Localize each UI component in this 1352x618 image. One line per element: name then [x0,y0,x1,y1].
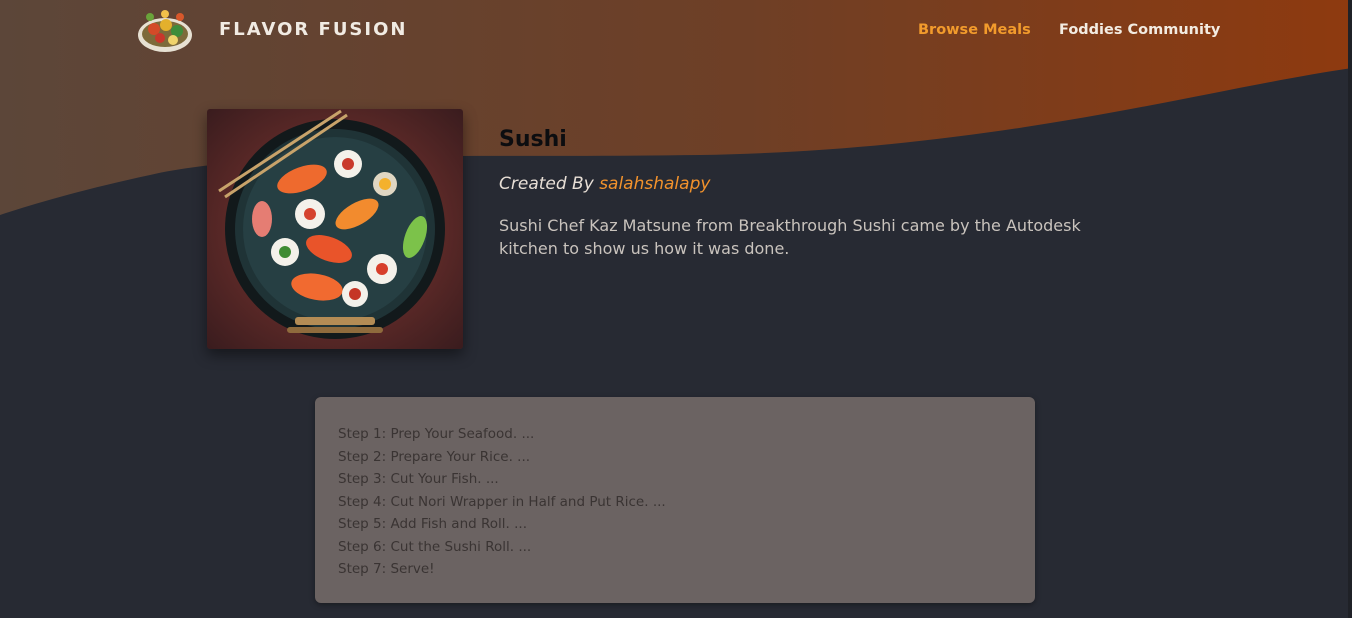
nav-browse-meals[interactable]: Browse Meals [918,22,1031,38]
step-item: Step 1: Prep Your Seafood. ... [338,426,535,442]
author-link[interactable]: salahshalapy [599,174,710,194]
created-by-label: Created By [499,174,594,194]
steps-list: Step 1: Prep Your Seafood. ... Step 2: P… [338,423,1012,581]
meal-description: Sushi Chef Kaz Matsune from Breakthrough… [499,216,1081,258]
step-item: Step 6: Cut the Sushi Roll. ... [338,538,532,555]
meal-title: Sushi [499,127,567,152]
step-item: Step 3: Cut Your Fish. ... [338,471,499,487]
step-item: Step 7: Serve! [338,561,435,577]
meal-image [207,109,463,349]
steps-card: Step 1: Prep Your Seafood. ... Step 2: P… [315,397,1035,603]
nav-foddies-community[interactable]: Foddies Community [1059,22,1220,38]
meal-author-line: Created By salahshalapy [499,174,710,194]
sushi-plate-image [207,109,463,349]
step-item: Step 4: Cut Nori Wrapper in Half and Put… [338,493,666,510]
step-item: Step 2: Prepare Your Rice. ... [338,448,531,465]
brand-name[interactable]: FLAVOR FUSION [219,19,407,40]
top-header: FLAVOR FUSION Browse Meals Foddies Commu… [0,0,1352,64]
logo-food-platter-icon[interactable] [136,5,194,57]
scrollbar[interactable] [1348,0,1352,618]
step-item: Step 5: Add Fish and Roll. ... [338,516,527,532]
